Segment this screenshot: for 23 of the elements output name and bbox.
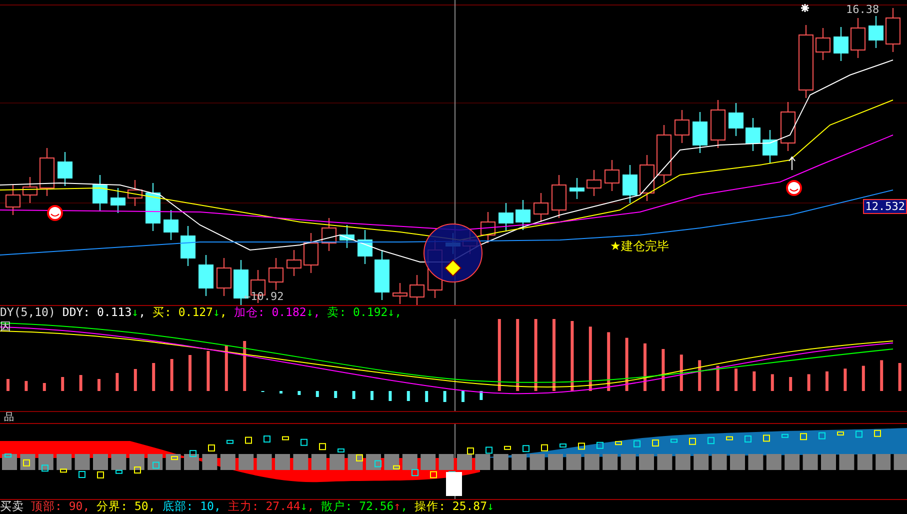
legend-text: 买卖 (0, 500, 24, 513)
last-price: 12.532 (863, 199, 907, 214)
legend-text: 操作: 25.87↓ (414, 500, 494, 513)
legend-text: 顶部: 90, (31, 500, 90, 513)
price-label: 16.38 (846, 3, 880, 16)
trend-arrow: ↓ (132, 305, 139, 319)
trend-arrow: ↓ (212, 305, 220, 319)
legend-text: DDY: 0.113↓, (62, 306, 146, 319)
trend-arrow: ↓ (300, 499, 308, 513)
legend-text: 卖: 0.192↓, (327, 306, 402, 319)
signal-label: ★建仓完毕 (610, 239, 669, 253)
panel-title: 品 (4, 412, 14, 423)
trend-arrow: ↓ (388, 305, 395, 319)
trend-arrow: ↓ (306, 305, 314, 319)
legend-text: 买: 0.127↓, (152, 306, 227, 319)
legend-text: 底部: 10, (162, 500, 221, 513)
legend-text: 主力: 27.44↓, (228, 500, 314, 513)
legend-text: DY(5,10) (0, 306, 56, 319)
trend-arrow: ↑ (394, 499, 401, 513)
trend-arrow: ↓ (487, 499, 494, 513)
legend-text: 散户: 72.56↑, (321, 500, 408, 513)
legend-text: 分界: 50, (96, 500, 156, 513)
legend-text: 加仓: 0.182↓, (234, 306, 320, 319)
